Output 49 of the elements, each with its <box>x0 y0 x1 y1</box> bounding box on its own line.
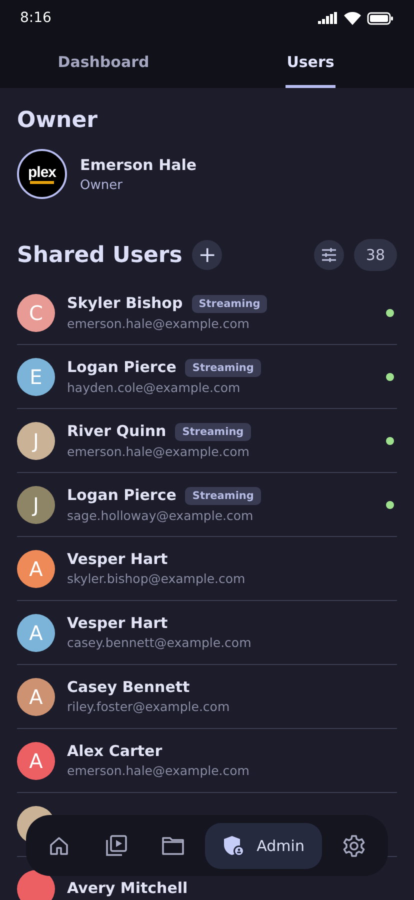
add-user-button[interactable]: + <box>192 240 222 270</box>
user-avatar: C <box>17 294 55 332</box>
owner-role: Owner <box>80 178 124 192</box>
user-email: emerson.hale@example.com <box>67 316 250 330</box>
user-name: Vesper Hart <box>67 551 168 568</box>
status-time: 8:16 <box>20 10 52 26</box>
user-avatar: E <box>17 358 55 396</box>
server-logo: plex <box>17 149 67 199</box>
status-tag: Streaming <box>192 294 268 312</box>
user-avatar: J <box>17 486 55 524</box>
nav-button[interactable]: Admin <box>204 822 322 868</box>
battery-icon <box>367 12 394 24</box>
owner-name: Emerson Hale <box>80 156 197 174</box>
user-email: hayden.cole@example.com <box>67 380 242 394</box>
wifi-icon <box>344 12 361 24</box>
home-icon <box>48 834 70 856</box>
user-avatar: A <box>17 550 55 588</box>
status-tag: Streaming <box>185 486 261 504</box>
section-title: Owner <box>17 108 98 133</box>
user-avatar: A <box>17 742 55 780</box>
shield-user-icon <box>222 834 245 856</box>
signal-icon <box>318 12 338 24</box>
user-avatar: A <box>17 614 55 652</box>
status-tag: Streaming <box>175 422 251 440</box>
user-name: Avery Mitchell <box>67 880 188 897</box>
play-library-icon <box>104 834 128 858</box>
settings-icon <box>342 834 366 858</box>
user-email: riley.foster@example.com <box>67 699 231 714</box>
filter-button[interactable] <box>314 240 344 270</box>
user-name: Alex Carter <box>67 743 162 760</box>
user-name: Logan Pierce <box>67 359 176 376</box>
user-email: sage.holloway@example.com <box>67 508 254 522</box>
user-name: Casey Bennett <box>67 679 190 696</box>
user-name: Vesper Hart <box>67 615 168 632</box>
user-avatar: J <box>17 422 55 460</box>
user-name: River Quinn <box>67 423 166 440</box>
user-email: skyler.bishop@example.com <box>67 571 246 586</box>
user-avatar: A <box>17 678 55 716</box>
folder-icon <box>161 836 186 856</box>
user-name: Skyler Bishop <box>67 295 183 312</box>
sliders-icon <box>320 248 337 262</box>
user-email: casey.bennett@example.com <box>67 635 252 650</box>
user-name: Logan Pierce <box>67 487 176 504</box>
section-title: Shared Users <box>17 242 182 268</box>
user-count-badge: 38 <box>354 239 397 271</box>
tab[interactable]: Dashboard <box>0 36 207 88</box>
user-email: emerson.hale@example.com <box>67 763 250 778</box>
status-tag: Streaming <box>185 358 261 376</box>
user-email: emerson.hale@example.com <box>67 444 250 458</box>
